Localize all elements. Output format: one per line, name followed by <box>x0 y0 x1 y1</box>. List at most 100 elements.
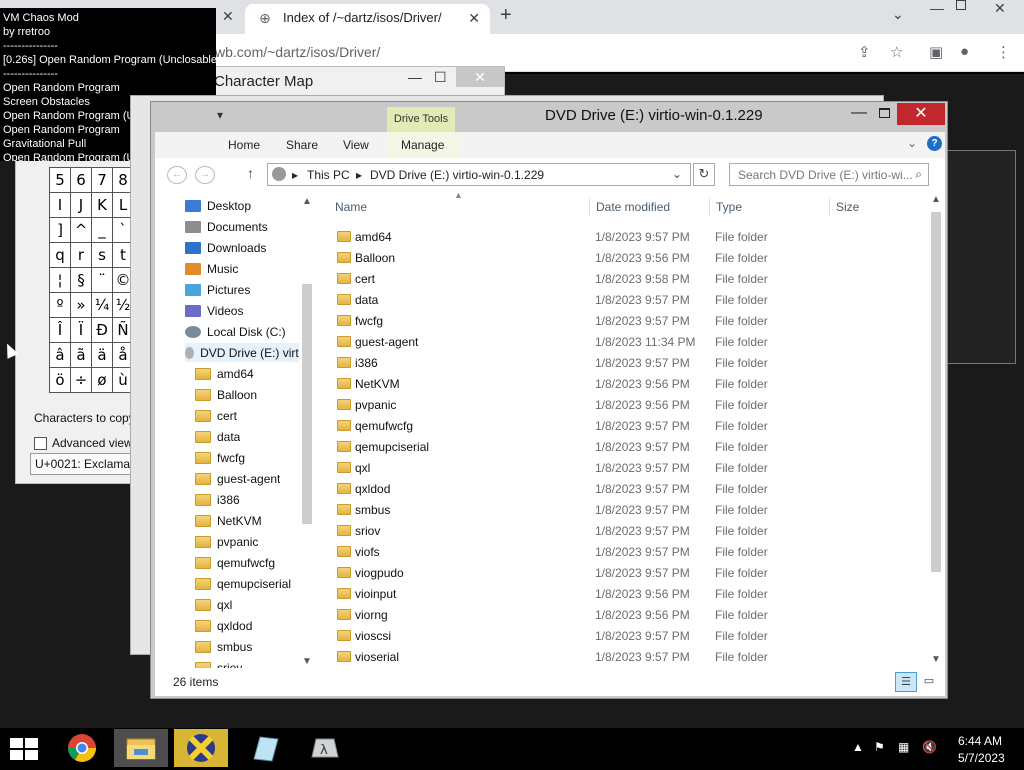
character-cell[interactable]: r <box>71 243 92 268</box>
breadcrumb-this-pc[interactable]: This PC <box>307 168 350 182</box>
column-divider[interactable] <box>829 198 830 216</box>
clock-time[interactable]: 6:44 AM <box>958 734 1002 748</box>
windows-start-icon[interactable] <box>10 738 38 760</box>
character-cell[interactable]: â <box>50 343 71 368</box>
file-row[interactable]: sriov 1/8/2023 9:57 PM File folder <box>331 520 921 541</box>
nav-item[interactable]: Videos <box>185 301 299 320</box>
character-cell[interactable]: ö <box>50 368 71 393</box>
file-row[interactable]: Balloon 1/8/2023 9:56 PM File folder <box>331 247 921 268</box>
nav-item[interactable]: smbus <box>195 637 299 656</box>
nav-item[interactable]: qxldod <box>195 616 299 635</box>
chevron-down-icon[interactable]: ⌄ <box>672 167 682 181</box>
nav-item[interactable]: NetKVM <box>195 511 299 530</box>
profile-icon[interactable]: ● <box>960 43 969 60</box>
search-input[interactable]: Search DVD Drive (E:) virtio-wi... ⌕ <box>729 163 929 186</box>
scroll-down-icon[interactable]: ▼ <box>302 656 312 667</box>
close-icon[interactable]: ✕ <box>897 103 945 125</box>
paint-app-taskbar-button[interactable] <box>238 729 292 767</box>
title-bar[interactable]: ▾ Drive Tools DVD Drive (E:) virtio-win-… <box>151 102 947 132</box>
file-row[interactable]: smbus 1/8/2023 9:57 PM File folder <box>331 499 921 520</box>
checkbox-box[interactable] <box>34 436 47 450</box>
character-cell[interactable]: ÷ <box>71 368 92 393</box>
close-tab-icon[interactable]: ✕ <box>222 8 234 25</box>
close-icon[interactable]: ✕ <box>456 67 504 87</box>
character-cell[interactable]: » <box>71 293 92 318</box>
list-scrollbar[interactable]: ▲ ▼ <box>927 190 945 668</box>
file-row[interactable]: viofs 1/8/2023 9:57 PM File folder <box>331 541 921 562</box>
nav-item[interactable]: Balloon <box>195 385 299 404</box>
file-row[interactable]: amd64 1/8/2023 9:57 PM File folder <box>331 226 921 247</box>
nav-item[interactable]: i386 <box>195 490 299 509</box>
file-row[interactable]: viogpudo 1/8/2023 9:57 PM File folder <box>331 562 921 583</box>
nav-item[interactable]: qxl <box>195 595 299 614</box>
character-cell[interactable]: ^ <box>71 218 92 243</box>
file-row[interactable]: vioscsi 1/8/2023 9:57 PM File folder <box>331 625 921 646</box>
tab-home[interactable]: Home <box>228 138 260 152</box>
refresh-icon[interactable]: ↻ <box>693 163 715 186</box>
minimize-icon[interactable]: — <box>408 69 422 85</box>
maximize-icon[interactable] <box>956 0 966 10</box>
minimize-icon[interactable]: — <box>930 0 944 16</box>
action-center-flag-icon[interactable]: ⚑ <box>874 740 885 754</box>
character-cell[interactable]: I <box>50 193 71 218</box>
character-cell[interactable]: ¼ <box>92 293 113 318</box>
nav-item[interactable]: Local Disk (C:) <box>185 322 299 341</box>
column-date[interactable]: Date modified <box>596 200 670 214</box>
scroll-up-icon[interactable]: ▲ <box>931 194 941 205</box>
character-cell[interactable]: 5 <box>50 168 71 193</box>
file-row[interactable]: vioinput 1/8/2023 9:56 PM File folder <box>331 583 921 604</box>
minimize-icon[interactable]: — <box>851 104 867 122</box>
advanced-view-checkbox[interactable]: Advanced view <box>34 436 133 450</box>
forward-icon[interactable]: → <box>195 166 215 184</box>
xp-app-taskbar-button[interactable] <box>174 729 228 767</box>
file-row[interactable]: pvpanic 1/8/2023 9:56 PM File folder <box>331 394 921 415</box>
nav-item[interactable]: Pictures <box>185 280 299 299</box>
file-row[interactable]: viorng 1/8/2023 9:56 PM File folder <box>331 604 921 625</box>
lambda-app-taskbar-button[interactable]: λ <box>298 729 352 767</box>
quick-access-toolbar-icon[interactable]: ▾ <box>217 108 223 122</box>
nav-item[interactable]: data <box>195 427 299 446</box>
file-row[interactable]: data 1/8/2023 9:57 PM File folder <box>331 289 921 310</box>
file-explorer-taskbar-button[interactable] <box>114 729 168 767</box>
tab-manage[interactable]: Manage <box>401 138 444 152</box>
address-bar[interactable]: ▸ This PC ▸ DVD Drive (E:) virtio-win-0.… <box>267 163 691 186</box>
character-cell[interactable]: ã <box>71 343 92 368</box>
sidepanel-icon[interactable]: ▣ <box>929 43 943 61</box>
character-cell[interactable]: ä <box>92 343 113 368</box>
chevron-down-icon[interactable]: ⌄ <box>907 136 917 150</box>
character-cell[interactable]: Ð <box>92 318 113 343</box>
share-icon[interactable]: ⇪ <box>858 43 871 61</box>
nav-item[interactable]: fwcfg <box>195 448 299 467</box>
nav-item[interactable]: cert <box>195 406 299 425</box>
character-cell[interactable]: 6 <box>71 168 92 193</box>
file-row[interactable]: vioserial 1/8/2023 9:57 PM File folder <box>331 646 921 667</box>
file-row[interactable]: i386 1/8/2023 9:57 PM File folder <box>331 352 921 373</box>
nav-item[interactable]: pvpanic <box>195 532 299 551</box>
chevron-down-icon[interactable]: ⌄ <box>892 6 904 23</box>
network-icon[interactable]: ▦ <box>898 740 909 754</box>
character-cell[interactable]: ¨ <box>92 268 113 293</box>
close-tab-icon[interactable]: ✕ <box>468 10 480 27</box>
chrome-taskbar-button[interactable] <box>55 729 109 767</box>
file-row[interactable]: NetKVM 1/8/2023 9:56 PM File folder <box>331 373 921 394</box>
details-view-icon[interactable]: ☰ <box>895 672 917 692</box>
file-row[interactable]: qxldod 1/8/2023 9:57 PM File folder <box>331 478 921 499</box>
column-divider[interactable] <box>589 198 590 216</box>
breadcrumb-dvd[interactable]: DVD Drive (E:) virtio-win-0.1.229 <box>370 168 544 182</box>
scroll-down-icon[interactable]: ▼ <box>931 654 941 665</box>
character-cell[interactable]: s <box>92 243 113 268</box>
character-cell[interactable]: º <box>50 293 71 318</box>
nav-item[interactable]: DVD Drive (E:) virtio-win-0.1.229 <box>185 343 299 362</box>
address-bar[interactable]: wb.com/~dartz/isos/Driver/ <box>215 44 380 60</box>
file-row[interactable]: guest-agent 1/8/2023 11:34 PM File folder <box>331 331 921 352</box>
new-tab-icon[interactable]: + <box>500 4 512 27</box>
scroll-thumb[interactable] <box>931 212 941 572</box>
nav-item[interactable]: qemufwcfg <box>195 553 299 572</box>
large-icons-view-icon[interactable]: ▭ <box>919 672 939 692</box>
character-cell[interactable]: _ <box>92 218 113 243</box>
character-cell[interactable]: Ï <box>71 318 92 343</box>
nav-item[interactable]: amd64 <box>195 364 299 383</box>
nav-item[interactable]: Downloads <box>185 238 299 257</box>
close-icon[interactable]: ✕ <box>994 0 1006 17</box>
nav-scrollbar[interactable]: ▲ ▼ <box>300 194 314 667</box>
